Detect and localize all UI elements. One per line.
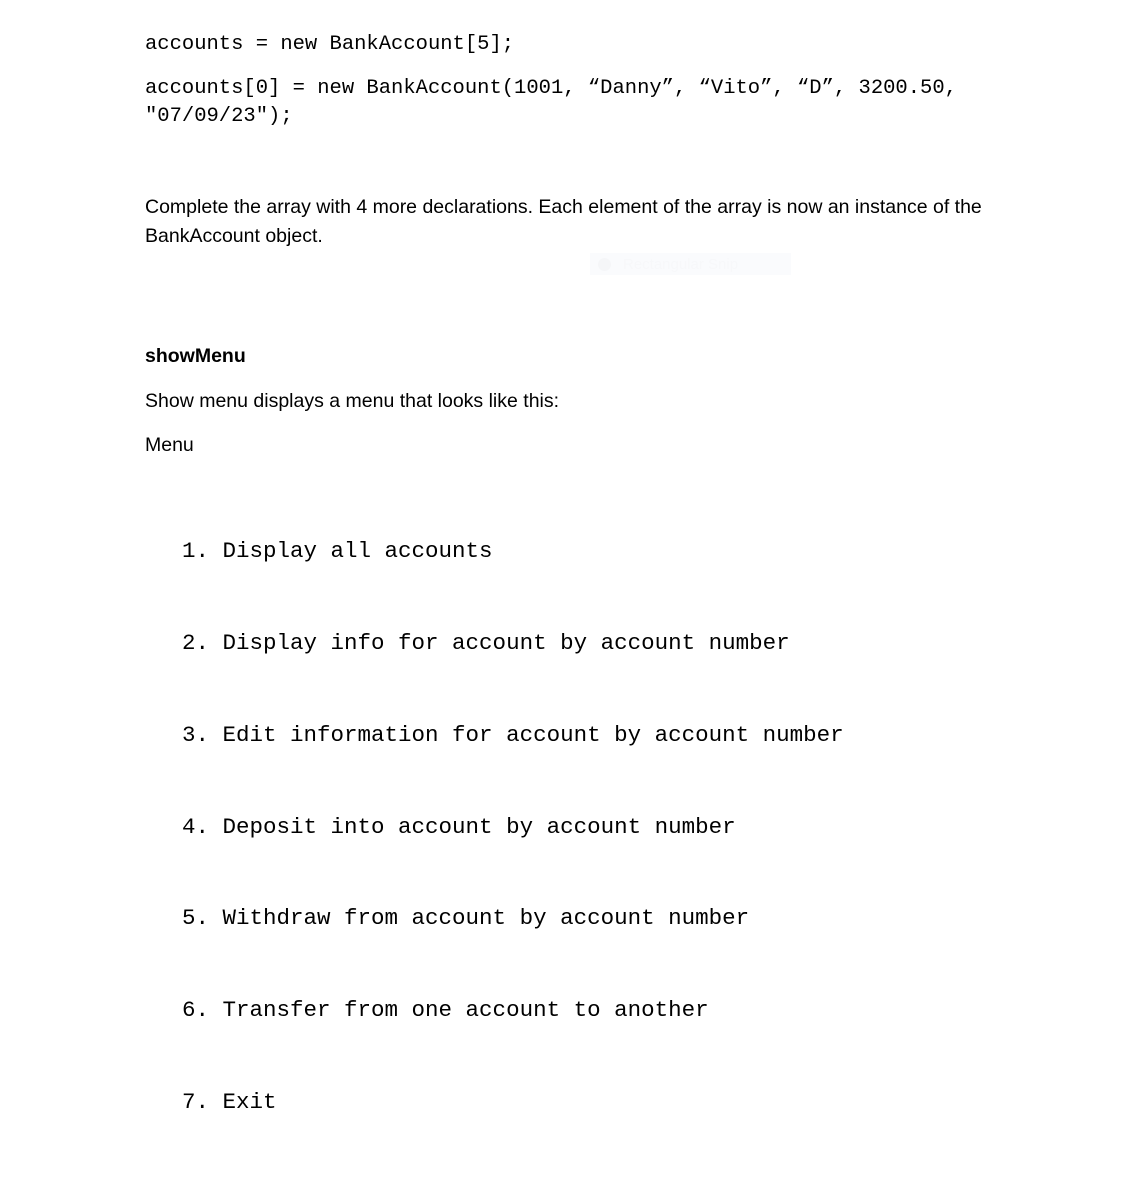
- list-item: 7. Exit: [182, 1087, 844, 1118]
- list-item: 1. Display all accounts: [182, 536, 844, 567]
- snipping-tool-label: Rectangular Snip: [623, 255, 739, 273]
- list-item-label: Deposit into account by account number: [209, 813, 736, 840]
- list-item-label: Transfer from one account to another: [209, 997, 709, 1024]
- circle-icon: [598, 257, 611, 271]
- list-item-number: 3.: [182, 721, 210, 748]
- list-item: 6. Transfer from one account to another: [182, 995, 844, 1026]
- list-item-number: 7.: [182, 1088, 210, 1115]
- list-item-label: Display all accounts: [209, 538, 493, 565]
- code-line-array-element-init: accounts[0] = new BankAccount(1001, “Dan…: [145, 77, 970, 128]
- menu-options-list: 1. Display all accounts 2. Display info …: [182, 475, 844, 1179]
- document-page: accounts = new BankAccount[5]; accounts[…: [0, 0, 1140, 1115]
- list-item-number: 1.: [182, 538, 210, 565]
- list-item: 3. Edit information for account by accou…: [182, 720, 844, 751]
- list-item-label: Display info for account by account numb…: [209, 629, 790, 656]
- code-line-array-allocation: accounts = new BankAccount[5];: [145, 33, 515, 56]
- list-item: 4. Deposit into account by account numbe…: [182, 812, 844, 843]
- list-item-number: 4.: [182, 813, 210, 840]
- list-item-number: 5.: [182, 905, 210, 932]
- list-item-label: Withdraw from account by account number: [209, 905, 750, 932]
- list-item-number: 6.: [182, 997, 210, 1024]
- list-item: 5. Withdraw from account by account numb…: [182, 903, 844, 934]
- paragraph-show-menu-description: Show menu displays a menu that looks lik…: [145, 390, 560, 412]
- label-menu: Menu: [145, 434, 194, 456]
- list-item-label: Exit: [209, 1088, 277, 1115]
- list-item-number: 2.: [182, 629, 210, 656]
- list-item: 2. Display info for account by account n…: [182, 628, 844, 659]
- list-item-label: Edit information for account by account …: [209, 721, 844, 748]
- heading-show-menu: showMenu: [145, 345, 246, 367]
- paragraph-complete-the-array: Complete the array with 4 more declarati…: [145, 196, 982, 247]
- snipping-tool-overlay[interactable]: Rectangular Snip: [590, 253, 791, 275]
